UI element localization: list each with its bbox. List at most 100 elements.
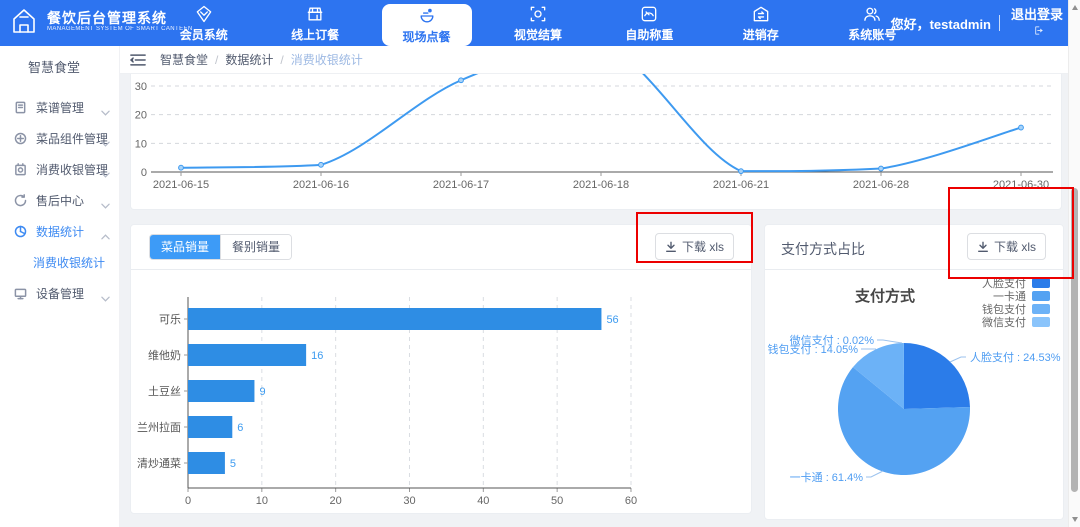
- svg-text:2021-06-15: 2021-06-15: [153, 179, 209, 191]
- svg-text:30: 30: [403, 495, 415, 507]
- sidebar-item-2[interactable]: 菜品组件管理: [0, 123, 119, 154]
- main-content: 01020302021-06-152021-06-162021-06-17202…: [120, 74, 1080, 527]
- sidebar-item-label: 设备管理: [36, 285, 84, 302]
- tab-1[interactable]: 菜品销量: [150, 235, 221, 259]
- sales-tabs: 菜品销量餐别销量: [149, 234, 292, 260]
- svg-text:0: 0: [141, 167, 147, 179]
- payment-share-panel-header: 支付方式占比 下载 xls: [765, 225, 1063, 270]
- sidebar-item-3[interactable]: 消费收银管理: [0, 154, 119, 185]
- svg-text:维他奶: 维他奶: [148, 348, 181, 362]
- svg-text:16: 16: [311, 350, 323, 362]
- online-order-icon: [305, 4, 325, 24]
- dish-sales-panel-header: 菜品销量餐别销量 下载 xls: [131, 225, 751, 270]
- sidebar-subitem[interactable]: 消费收银统计: [0, 247, 119, 278]
- divider: [999, 15, 1000, 31]
- onsite-order-icon: [417, 6, 437, 26]
- breadcrumb-separator: /: [280, 53, 283, 67]
- tab-2[interactable]: 餐别销量: [221, 235, 291, 259]
- breadcrumb-bar: 智慧食堂 / 数据统计 / 消费收银统计: [120, 46, 1080, 74]
- membership-icon: [194, 4, 214, 24]
- sidebar-item-6[interactable]: 设备管理: [0, 278, 119, 309]
- vertical-scrollbar[interactable]: [1068, 0, 1080, 527]
- chevron-down-icon: [101, 291, 110, 297]
- sidebar-item-label: 售后中心: [36, 192, 84, 209]
- svg-text:56: 56: [606, 314, 618, 326]
- chevron-down-icon: [101, 198, 110, 204]
- logout-button[interactable]: 退出登录: [1008, 7, 1066, 40]
- svg-text:微信支付 : 0.02%: 微信支付 : 0.02%: [790, 333, 875, 347]
- svg-text:2021-06-21: 2021-06-21: [713, 179, 769, 191]
- nav-item-3[interactable]: 现场点餐: [382, 4, 472, 46]
- nav-item-label: 进销存: [743, 26, 779, 43]
- app-header: 餐饮后台管理系统 MANAGEMENT SYSTEM OF SMART CANT…: [0, 0, 1080, 46]
- cashier-icon: [14, 163, 27, 176]
- device-icon: [14, 287, 27, 300]
- consumption-line-chart-panel: 01020302021-06-152021-06-162021-06-17202…: [130, 74, 1062, 210]
- chevron-down-icon: [101, 167, 110, 173]
- svg-text:2021-06-28: 2021-06-28: [853, 179, 909, 191]
- svg-text:6: 6: [237, 422, 243, 434]
- svg-text:20: 20: [135, 110, 147, 122]
- chevron-up-icon: [101, 229, 110, 235]
- payment-share-panel: 支付方式占比 下载 xls 支付方式 人脸支付一卡通钱包支付微信支付 人脸支付 …: [764, 224, 1064, 520]
- svg-text:清炒通菜: 清炒通菜: [137, 457, 181, 470]
- download-icon: [665, 241, 677, 253]
- svg-text:9: 9: [259, 386, 265, 398]
- sidebar-item-label: 菜谱管理: [36, 99, 84, 116]
- vision-checkout-icon: [528, 4, 548, 24]
- svg-text:兰州拉面: 兰州拉面: [137, 420, 181, 434]
- nav-item-label: 系统账号: [848, 26, 896, 43]
- user-area: 您好，testadmin 退出登录: [891, 0, 1066, 46]
- after-sales-icon: [14, 194, 27, 207]
- scrollbar-down-arrow[interactable]: [1072, 517, 1078, 522]
- scrollbar-up-arrow[interactable]: [1072, 5, 1078, 10]
- breadcrumb-separator: /: [215, 53, 218, 67]
- sidebar-collapse-icon[interactable]: [130, 53, 146, 67]
- scrollbar-thumb[interactable]: [1071, 188, 1078, 492]
- svg-text:可乐: 可乐: [159, 313, 181, 326]
- svg-text:50: 50: [551, 495, 563, 507]
- breadcrumb-item[interactable]: 智慧食堂: [160, 51, 208, 68]
- sidebar-item-1[interactable]: 菜谱管理: [0, 92, 119, 123]
- nav-item-5[interactable]: 自助称重: [604, 0, 694, 46]
- nav-item-label: 视觉结算: [514, 26, 562, 43]
- breadcrumb: 智慧食堂 / 数据统计 / 消费收银统计: [160, 51, 363, 68]
- sidebar-item-4[interactable]: 售后中心: [0, 185, 119, 216]
- sidebar: 智慧食堂 菜谱管理菜品组件管理消费收银管理售后中心数据统计消费收银统计设备管理: [0, 46, 120, 527]
- svg-text:20: 20: [330, 495, 342, 507]
- sidebar-item-label: 数据统计: [36, 223, 84, 240]
- breadcrumb-item: 消费收银统计: [291, 51, 363, 68]
- svg-text:2021-06-30: 2021-06-30: [993, 179, 1049, 191]
- nav-item-label: 线上订餐: [291, 26, 339, 43]
- svg-text:40: 40: [477, 495, 489, 507]
- component-icon: [14, 132, 27, 145]
- nav-item-4[interactable]: 视觉结算: [493, 0, 583, 46]
- sidebar-title: 智慧食堂: [0, 46, 119, 92]
- payment-pie-chart: 人脸支付 : 24.53%一卡通 : 61.4%钱包支付 : 14.05%微信支…: [765, 269, 1063, 519]
- account-icon: [862, 4, 882, 24]
- nav-item-1[interactable]: 会员系统: [159, 0, 249, 46]
- breadcrumb-item[interactable]: 数据统计: [225, 51, 273, 68]
- svg-text:2021-06-16: 2021-06-16: [293, 179, 349, 191]
- nav-item-6[interactable]: 进销存: [716, 0, 806, 46]
- logout-icon: [1033, 24, 1044, 35]
- self-weigh-icon: [639, 4, 659, 24]
- nav-item-label: 现场点餐: [403, 28, 451, 45]
- bar-panel-download-button[interactable]: 下载 xls: [655, 233, 734, 260]
- pie-panel-download-button[interactable]: 下载 xls: [967, 233, 1046, 260]
- payment-share-title: 支付方式占比: [781, 239, 865, 259]
- inventory-icon: [751, 4, 771, 24]
- sidebar-item-label: 消费收银管理: [36, 161, 108, 178]
- svg-text:60: 60: [625, 495, 637, 507]
- nav-item-label: 会员系统: [180, 26, 228, 43]
- sidebar-item-5[interactable]: 数据统计: [0, 216, 119, 247]
- svg-text:0: 0: [185, 495, 191, 507]
- chevron-down-icon: [101, 136, 110, 142]
- app-window: 餐饮后台管理系统 MANAGEMENT SYSTEM OF SMART CANT…: [0, 0, 1080, 527]
- recipe-icon: [14, 101, 27, 114]
- dish-sales-bar-chart: 0102030405060可乐56维他奶16土豆丝9兰州拉面6清炒通菜5: [131, 269, 751, 513]
- dish-sales-panel: 菜品销量餐别销量 下载 xls 0102030405060可乐56维他奶16土豆…: [130, 224, 752, 514]
- svg-text:2021-06-18: 2021-06-18: [573, 179, 629, 191]
- sidebar-menu: 菜谱管理菜品组件管理消费收银管理售后中心数据统计消费收银统计设备管理: [0, 92, 119, 309]
- nav-item-2[interactable]: 线上订餐: [270, 0, 360, 46]
